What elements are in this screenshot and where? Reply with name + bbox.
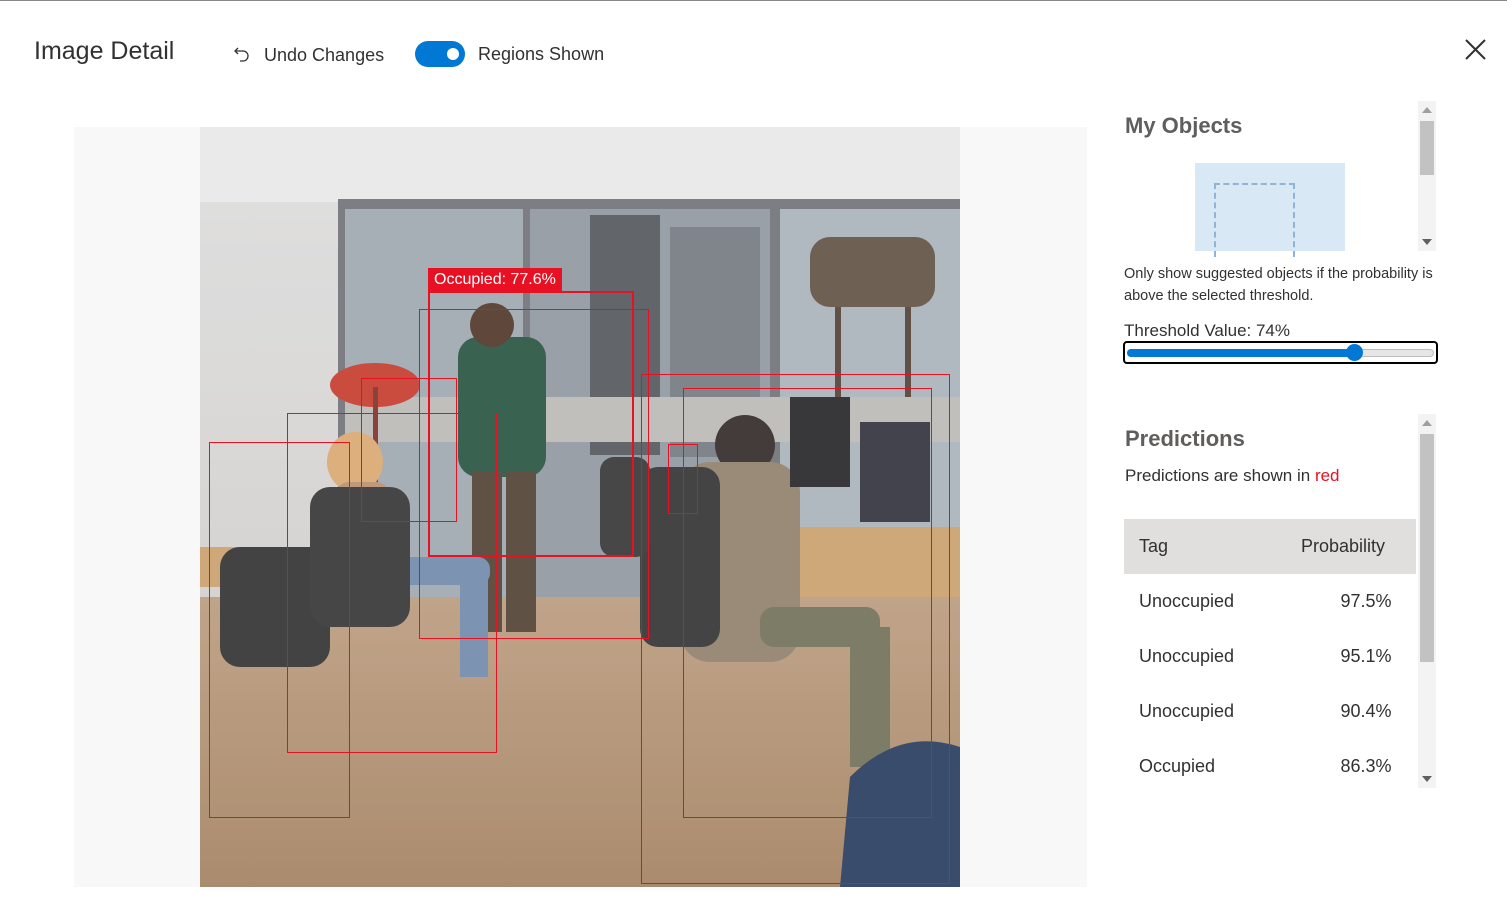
my-objects-title: My Objects — [1125, 113, 1243, 138]
table-row[interactable]: Unoccupied 90.4% — [1124, 684, 1416, 739]
predictions-note: Predictions are shown in red — [1125, 466, 1340, 486]
threshold-value-label: Threshold Value: 74% — [1124, 321, 1291, 340]
toggle-knob — [447, 48, 459, 60]
predictions-title: Predictions — [1125, 426, 1245, 451]
column-header-probability[interactable]: Probability — [1301, 536, 1416, 557]
table-row[interactable]: Occupied 86.3% — [1124, 739, 1416, 789]
predictions-table: Tag Probability Unoccupied 97.5% Unoccup… — [1124, 519, 1416, 789]
page-title: Image Detail — [34, 37, 175, 65]
undo-changes-button[interactable]: Undo Changes — [232, 41, 384, 69]
threshold-help-text: Only show suggested objects if the proba… — [1124, 266, 1433, 304]
scrollbar-thumb[interactable] — [1420, 121, 1434, 175]
threshold-slider[interactable] — [1123, 341, 1438, 364]
region-box[interactable] — [683, 388, 932, 818]
my-objects-scrollbar[interactable] — [1418, 101, 1436, 251]
object-thumbnail[interactable] — [1195, 163, 1345, 257]
scrollbar-thumb[interactable] — [1420, 434, 1434, 662]
scroll-down-icon[interactable] — [1422, 776, 1432, 782]
object-region-outline — [1214, 183, 1295, 257]
predictions-note-text: Predictions are shown in — [1125, 466, 1315, 485]
row-tag: Occupied — [1139, 756, 1216, 776]
slider-handle[interactable] — [1346, 344, 1364, 361]
scroll-up-icon[interactable] — [1422, 107, 1432, 113]
predictions-note-color: red — [1314, 466, 1340, 485]
predictions-table-viewport: Tag Probability Unoccupied 97.5% Unoccup… — [1124, 519, 1416, 789]
row-tag: Unoccupied — [1139, 646, 1235, 666]
region-probability-label: Occupied: 77.6% — [428, 268, 562, 292]
table-header: Tag Probability — [1124, 519, 1416, 574]
row-probability: 95.1% — [1340, 646, 1392, 666]
undo-icon — [234, 47, 249, 62]
table-row[interactable]: Unoccupied 95.1% — [1124, 629, 1416, 684]
row-probability: 97.5% — [1340, 591, 1392, 611]
predictions-scrollbar[interactable] — [1418, 414, 1436, 788]
row-tag: Unoccupied — [1139, 591, 1235, 611]
regions-toggle-group: Regions Shown — [415, 41, 604, 67]
scroll-up-icon[interactable] — [1422, 420, 1432, 426]
region-box[interactable] — [209, 442, 350, 818]
row-probability: 90.4% — [1340, 701, 1392, 721]
column-header-tag[interactable]: Tag — [1124, 536, 1301, 557]
row-probability: 86.3% — [1340, 756, 1392, 776]
close-icon[interactable] — [1464, 38, 1487, 61]
table-row[interactable]: Unoccupied 97.5% — [1124, 574, 1416, 629]
undo-changes-label: Undo Changes — [264, 44, 385, 65]
slider-fill — [1127, 349, 1355, 357]
region-box[interactable] — [668, 444, 698, 514]
regions-shown-toggle[interactable] — [415, 41, 465, 67]
scroll-down-icon[interactable] — [1422, 239, 1432, 245]
row-tag: Unoccupied — [1139, 701, 1235, 721]
regions-shown-label: Regions Shown — [478, 43, 605, 64]
